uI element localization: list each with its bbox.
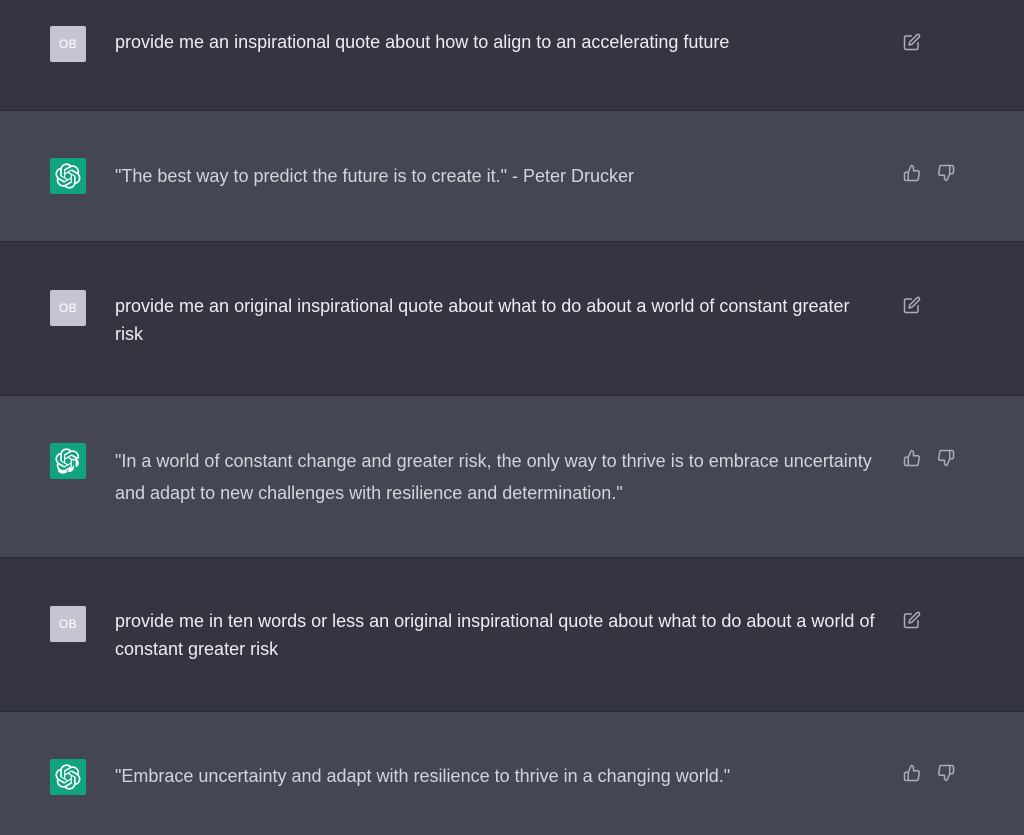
edit-icon[interactable] [902,295,922,315]
assistant-avatar [50,158,86,194]
user-message: OB provide me an original inspirational … [0,242,1024,396]
thumbs-up-icon[interactable] [902,448,922,468]
thumbs-up-icon[interactable] [902,163,922,183]
assistant-message: "In a world of constant change and great… [0,396,1024,558]
user-avatar: OB [50,26,86,62]
assistant-message: "Embrace uncertainty and adapt with resi… [0,712,1024,835]
message-text: "Embrace uncertainty and adapt with resi… [115,766,731,786]
edit-icon[interactable] [902,610,922,630]
assistant-avatar [50,759,86,795]
user-message: OB provide me in ten words or less an or… [0,558,1024,712]
openai-logo-icon [55,764,81,790]
message-text: "In a world of constant change and great… [115,451,872,503]
message-text: "The best way to predict the future is t… [115,166,634,186]
openai-logo-icon [55,448,80,474]
message-text: provide me an inspirational quote about … [115,32,730,52]
thumbs-up-icon[interactable] [902,763,922,783]
edit-icon[interactable] [902,32,922,52]
chat-thread: OB provide me an inspirational quote abo… [0,0,1024,835]
user-avatar: OB [50,606,86,642]
thumbs-down-icon[interactable] [936,448,956,468]
thumbs-down-icon[interactable] [936,763,956,783]
thumbs-down-icon[interactable] [936,163,956,183]
message-text: provide me in ten words or less an origi… [115,611,875,659]
assistant-message: "The best way to predict the future is t… [0,111,1024,242]
openai-logo-icon [55,163,81,189]
user-avatar: OB [50,290,86,326]
message-text: provide me an original inspirational quo… [115,296,850,344]
assistant-avatar [50,443,86,479]
user-message: OB provide me an inspirational quote abo… [0,0,1024,111]
